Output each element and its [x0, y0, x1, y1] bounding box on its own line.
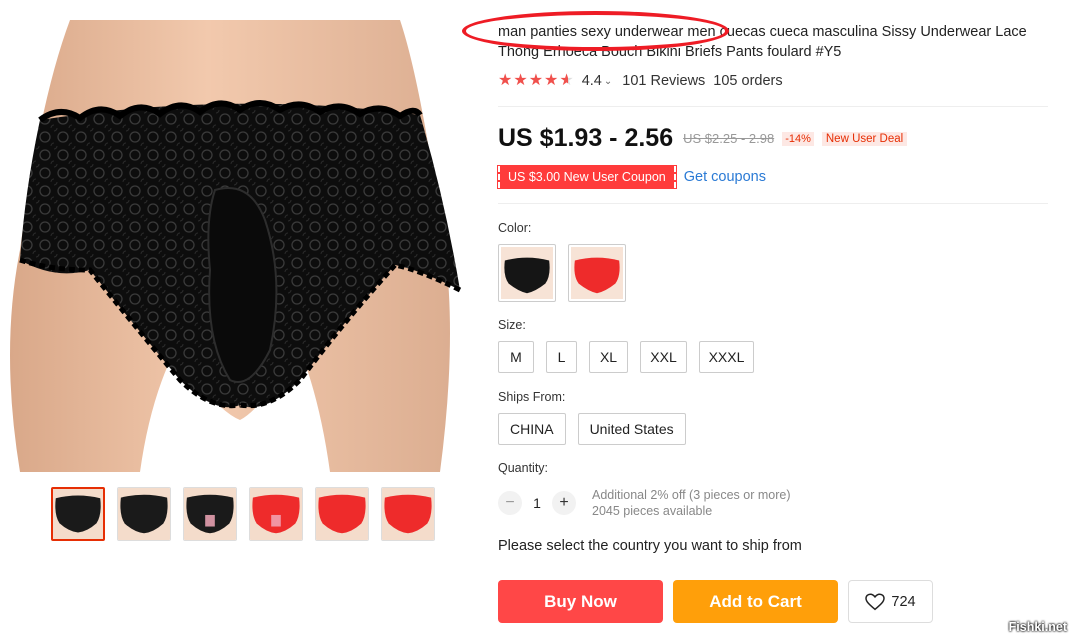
star-icon: ★ — [528, 72, 544, 89]
size-option-xl[interactable]: XL — [589, 341, 628, 373]
wishlist-button[interactable]: 724 — [848, 580, 933, 623]
buy-now-button[interactable]: Buy Now — [498, 580, 663, 623]
original-price: US $2.25 - 2.98 — [683, 131, 775, 146]
black-panties-image — [501, 247, 553, 299]
size-option-xxl[interactable]: XXL — [640, 341, 687, 373]
ships-from-label: Ships From: — [498, 390, 566, 404]
star-icon: ★ — [498, 72, 513, 89]
color-option-red[interactable] — [568, 244, 626, 302]
divider — [498, 203, 1048, 204]
thumbnail-black-front[interactable] — [51, 487, 105, 541]
star-icon: ★ — [544, 72, 559, 89]
star-icon: ★ — [513, 72, 528, 89]
reviews-link[interactable]: 101 Reviews — [622, 73, 705, 89]
size-option-xxxl[interactable]: XXXL — [699, 341, 754, 373]
quantity-info: Additional 2% off (3 pieces or more) 204… — [592, 487, 790, 519]
thumbnail-black-censored[interactable] — [183, 487, 237, 541]
ships-from-options: CHINA United States — [498, 413, 686, 445]
coupon-row: US $3.00 New User Coupon Get coupons — [497, 165, 766, 189]
watermark: Fishki.net — [1008, 620, 1067, 634]
add-to-cart-button[interactable]: Add to Cart — [673, 580, 838, 623]
thumbnail-image — [118, 488, 170, 540]
new-user-deal-badge: New User Deal — [821, 131, 908, 146]
color-options — [498, 244, 626, 302]
current-price: US $1.93 - 2.56 — [498, 124, 674, 152]
thumbnail-image — [316, 488, 368, 540]
quantity-stepper: − 1 + Additional 2% off (3 pieces or mor… — [498, 487, 790, 519]
thumbnail-red-back[interactable] — [315, 487, 369, 541]
heart-icon — [865, 592, 886, 610]
main-product-image[interactable] — [0, 20, 466, 472]
product-photo — [10, 20, 462, 472]
increase-quantity-button[interactable]: + — [552, 491, 576, 515]
shipping-note: Please select the country you want to sh… — [498, 538, 802, 554]
thumbnail-image — [184, 488, 236, 540]
thumbnail-red-censored[interactable] — [249, 487, 303, 541]
coupon-badge[interactable]: US $3.00 New User Coupon — [497, 165, 677, 189]
decrease-quantity-button[interactable]: − — [498, 491, 522, 515]
star-rating: ★ ★ ★ ★ ★ — [498, 73, 574, 89]
pieces-available: 2045 pieces available — [592, 504, 713, 518]
color-option-black[interactable] — [498, 244, 556, 302]
thumbnail-image — [250, 488, 302, 540]
ship-option-china[interactable]: CHINA — [498, 413, 566, 445]
quantity-value[interactable]: 1 — [522, 495, 552, 511]
action-buttons: Buy Now Add to Cart 724 — [498, 580, 933, 623]
divider — [498, 106, 1048, 107]
half-star-icon: ★ — [559, 72, 574, 89]
product-title: man panties sexy underwear men cuecas cu… — [498, 24, 1027, 60]
size-option-l[interactable]: L — [546, 341, 577, 373]
thumbnail-strip — [51, 487, 435, 541]
thumbnail-black-back[interactable] — [117, 487, 171, 541]
get-coupons-link[interactable]: Get coupons — [684, 169, 766, 185]
orders-count: 105 orders — [713, 73, 783, 89]
thumbnail-image — [53, 489, 103, 539]
bulk-discount-note: Additional 2% off (3 pieces or more) — [592, 488, 791, 502]
rating-row: ★ ★ ★ ★ ★ 4.4 ⌄ 101 Reviews 105 orders — [498, 71, 783, 91]
ship-option-united-states[interactable]: United States — [577, 413, 686, 445]
price-row: US $1.93 - 2.56 US $2.25 - 2.98 -14% New… — [498, 124, 908, 153]
thumbnail-image — [382, 488, 434, 540]
wishlist-count: 724 — [891, 593, 916, 610]
size-label: Size: — [498, 318, 526, 332]
discount-badge: -14% — [782, 131, 814, 146]
quantity-label: Quantity: — [498, 461, 549, 475]
size-option-m[interactable]: M — [498, 341, 534, 373]
rating-value[interactable]: 4.4 — [582, 73, 602, 89]
size-options: M L XL XXL XXXL — [498, 341, 754, 373]
chevron-down-icon[interactable]: ⌄ — [604, 76, 612, 87]
thumbnail-red-front[interactable] — [381, 487, 435, 541]
color-label: Color: — [498, 221, 532, 235]
red-panties-image — [571, 247, 623, 299]
